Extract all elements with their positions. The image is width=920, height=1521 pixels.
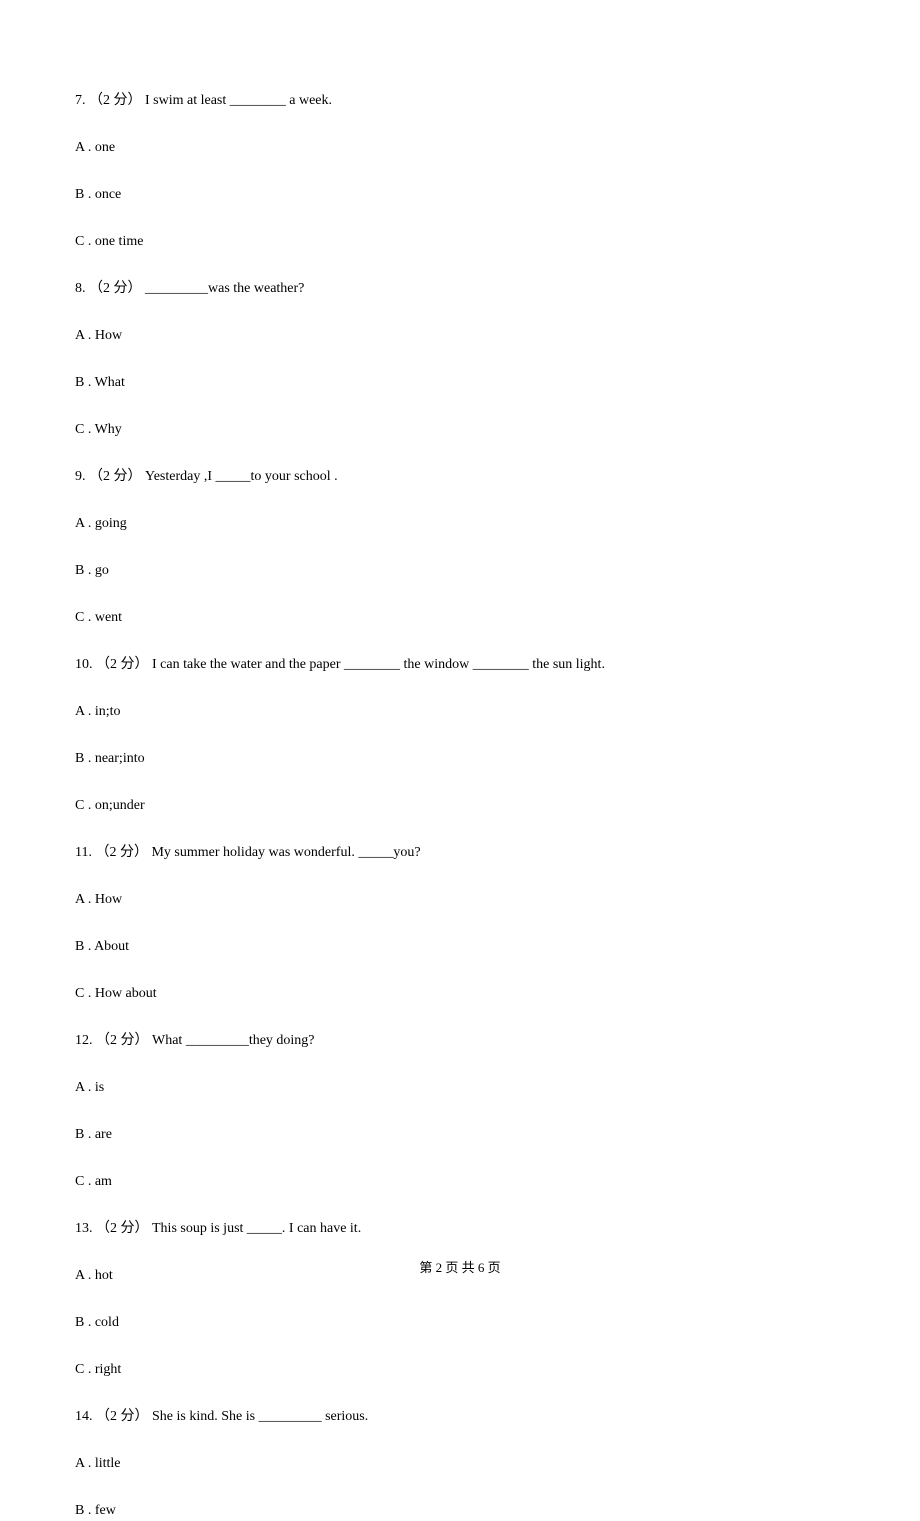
choice: A . How — [75, 325, 845, 346]
choice: B . near;into — [75, 748, 845, 769]
question-text: What _________they doing? — [149, 1033, 315, 1048]
choice: B . cold — [75, 1312, 845, 1333]
question-number: 8. — [75, 281, 89, 296]
question-text: Yesterday ,I _____to your school . — [142, 469, 338, 484]
choice: C . How about — [75, 983, 845, 1004]
question-points: （2 分） — [96, 1033, 149, 1048]
question-stem: 9. （2 分） Yesterday ,I _____to your schoo… — [75, 466, 845, 487]
question-stem: 12. （2 分） What _________they doing? — [75, 1030, 845, 1051]
question-text: She is kind. She is _________ serious. — [149, 1409, 369, 1424]
choice: A . is — [75, 1077, 845, 1098]
choice: B . are — [75, 1124, 845, 1145]
question-stem: 10. （2 分） I can take the water and the p… — [75, 654, 845, 675]
page-content: 7. （2 分） I swim at least ________ a week… — [0, 0, 920, 1521]
question-number: 12. — [75, 1033, 96, 1048]
question-points: （2 分） — [89, 281, 142, 296]
question-number: 14. — [75, 1409, 96, 1424]
question-stem: 7. （2 分） I swim at least ________ a week… — [75, 90, 845, 111]
choice: A . in;to — [75, 701, 845, 722]
choice: B . few — [75, 1500, 845, 1521]
question-text: My summer holiday was wonderful. _____yo… — [148, 845, 421, 860]
question-text: I can take the water and the paper _____… — [149, 657, 605, 672]
question-stem: 13. （2 分） This soup is just _____. I can… — [75, 1218, 845, 1239]
question-points: （2 分） — [96, 1409, 149, 1424]
question-number: 9. — [75, 469, 89, 484]
question-stem: 11. （2 分） My summer holiday was wonderfu… — [75, 842, 845, 863]
choice: C . right — [75, 1359, 845, 1380]
choice: C . on;under — [75, 795, 845, 816]
question-stem: 14. （2 分） She is kind. She is _________ … — [75, 1406, 845, 1427]
choice: B . About — [75, 936, 845, 957]
question-number: 11. — [75, 845, 95, 860]
choice: B . What — [75, 372, 845, 393]
choice: A . one — [75, 137, 845, 158]
choice: A . How — [75, 889, 845, 910]
question-points: （2 分） — [95, 845, 148, 860]
question-number: 7. — [75, 93, 89, 108]
choice: A . little — [75, 1453, 845, 1474]
question-text: I swim at least ________ a week. — [142, 93, 333, 108]
question-number: 10. — [75, 657, 96, 672]
question-stem: 8. （2 分） _________was the weather? — [75, 278, 845, 299]
question-text: _________was the weather? — [142, 281, 305, 296]
choice: C . went — [75, 607, 845, 628]
question-points: （2 分） — [96, 657, 149, 672]
choice: C . Why — [75, 419, 845, 440]
page-footer: 第 2 页 共 6 页 — [0, 1258, 920, 1278]
choice: C . am — [75, 1171, 845, 1192]
choice: C . one time — [75, 231, 845, 252]
question-points: （2 分） — [89, 469, 142, 484]
question-number: 13. — [75, 1221, 96, 1236]
question-text: This soup is just _____. I can have it. — [149, 1221, 362, 1236]
question-points: （2 分） — [96, 1221, 149, 1236]
choice: B . once — [75, 184, 845, 205]
choice: B . go — [75, 560, 845, 581]
question-points: （2 分） — [89, 93, 142, 108]
choice: A . going — [75, 513, 845, 534]
